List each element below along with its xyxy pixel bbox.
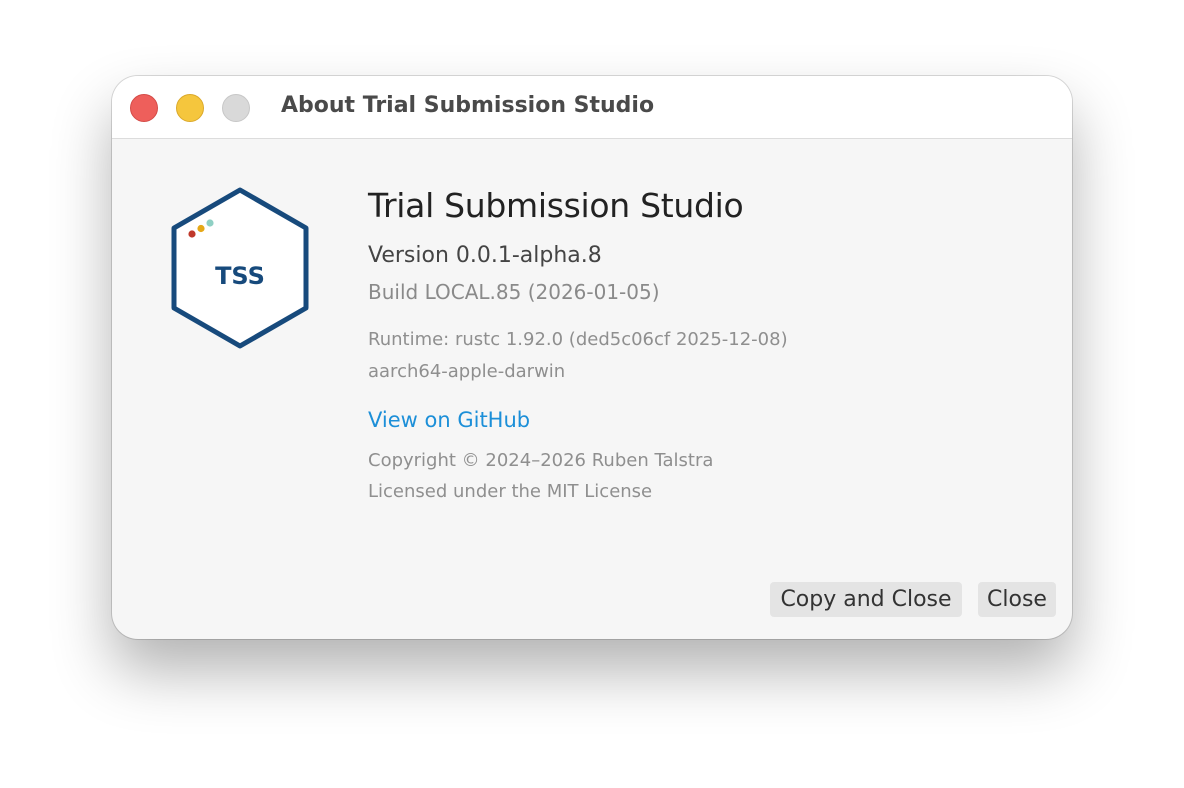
- logo-dot-yellow-icon: [197, 224, 205, 233]
- app-logo: TSS: [171, 187, 309, 349]
- copy-and-close-button[interactable]: Copy and Close: [770, 582, 962, 617]
- copyright-label: Copyright © 2024–2026 Ruben Talstra: [368, 450, 714, 471]
- minimize-window-button[interactable]: [176, 94, 204, 122]
- logo-dot-teal-icon: [206, 219, 214, 227]
- logo-text: TSS: [215, 262, 265, 290]
- view-on-github-link[interactable]: View on GitHub: [368, 408, 530, 432]
- window-title: About Trial Submission Studio: [281, 93, 655, 118]
- target-triple-label: aarch64-apple-darwin: [368, 361, 566, 382]
- build-label: Build LOCAL.85 (2026-01-05): [368, 280, 660, 304]
- title-bar[interactable]: About Trial Submission Studio: [112, 76, 1072, 139]
- app-name: Trial Submission Studio: [368, 186, 744, 225]
- runtime-label: Runtime: rustc 1.92.0 (ded5c06cf 2025-12…: [368, 329, 788, 350]
- zoom-window-button: [222, 94, 250, 122]
- version-label: Version 0.0.1-alpha.8: [368, 243, 602, 268]
- close-button[interactable]: Close: [978, 582, 1056, 617]
- logo-dot-red-icon: [188, 230, 196, 238]
- close-window-button[interactable]: [130, 94, 158, 122]
- about-window: About Trial Submission Studio TSS Trial …: [112, 76, 1072, 639]
- license-label: Licensed under the MIT License: [368, 481, 653, 502]
